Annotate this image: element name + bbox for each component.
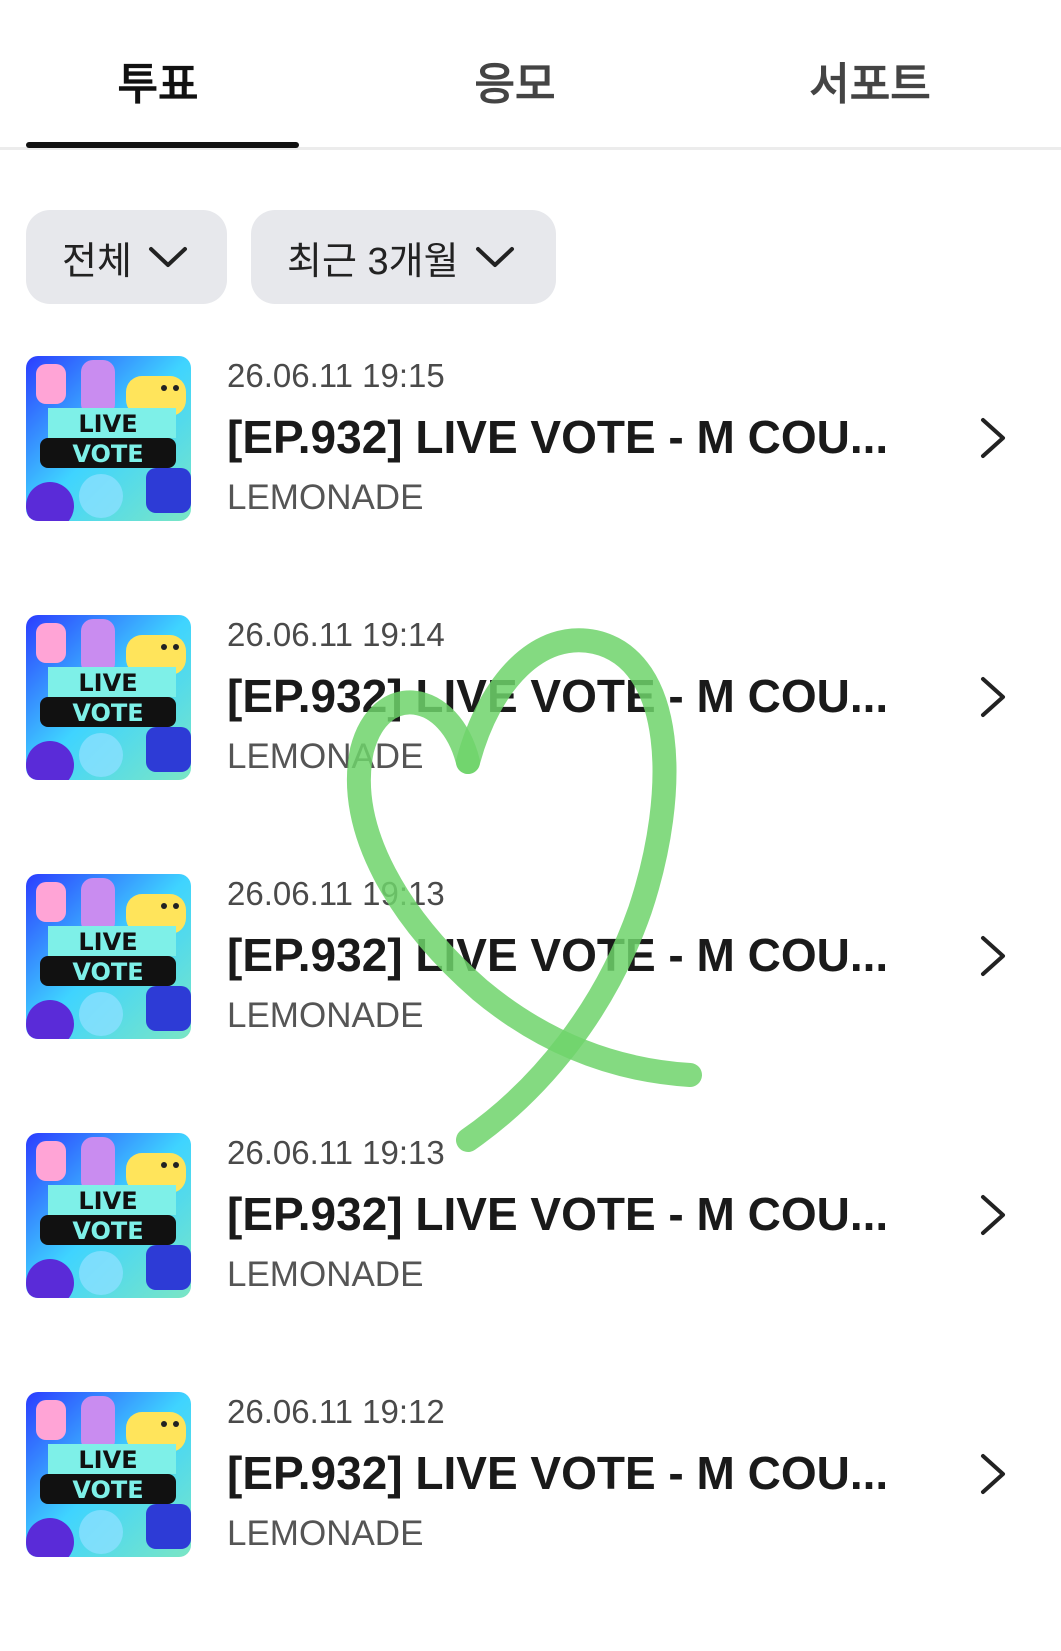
thumb-text-vote: VOTE <box>72 1217 143 1245</box>
tab-support[interactable]: 서포트 <box>720 48 1020 112</box>
item-title: [EP.932] LIVE VOTE - M COU... <box>227 670 889 722</box>
item-date: 26.06.11 19:14 <box>227 616 445 653</box>
item-details: 26.06.11 19:13 [EP.932] LIVE VOTE - M CO… <box>227 1133 907 1297</box>
chevron-right-icon[interactable] <box>975 416 1011 460</box>
vote-thumbnail: LIVE VOTE <box>26 1133 191 1298</box>
item-details: 26.06.11 19:12 [EP.932] LIVE VOTE - M CO… <box>227 1392 907 1556</box>
thumb-text-vote: VOTE <box>72 1476 143 1504</box>
list-item[interactable]: LIVE VOTE 26.06.11 19:14 [EP.932] LIVE V… <box>0 615 1061 874</box>
filter-bar: 전체 최근 3개월 <box>26 210 556 304</box>
period-filter-dropdown[interactable]: 최근 3개월 <box>251 210 556 304</box>
thumb-text-live: LIVE <box>78 1446 137 1474</box>
thumb-text-live: LIVE <box>78 669 137 697</box>
tab-entry[interactable]: 응모 <box>365 48 665 112</box>
item-artist: LEMONADE <box>227 1255 424 1294</box>
chevron-right-icon[interactable] <box>975 934 1011 978</box>
item-artist: LEMONADE <box>227 478 424 517</box>
thumb-text-vote: VOTE <box>72 440 143 468</box>
vote-thumbnail: LIVE VOTE <box>26 1392 191 1557</box>
item-title: [EP.932] LIVE VOTE - M COU... <box>227 411 889 463</box>
item-date: 26.06.11 19:12 <box>227 1393 445 1430</box>
item-artist: LEMONADE <box>227 1514 424 1553</box>
thumb-text-vote: VOTE <box>72 699 143 727</box>
item-details: 26.06.11 19:15 [EP.932] LIVE VOTE - M CO… <box>227 356 907 520</box>
thumb-text-live: LIVE <box>78 410 137 438</box>
vote-thumbnail: LIVE VOTE <box>26 356 191 521</box>
vote-list: LIVE VOTE 26.06.11 19:15 [EP.932] LIVE V… <box>0 356 1061 1651</box>
item-artist: LEMONADE <box>227 737 424 776</box>
list-item[interactable]: LIVE VOTE 26.06.11 19:13 [EP.932] LIVE V… <box>0 1133 1061 1392</box>
active-tab-indicator <box>26 142 299 148</box>
item-date: 26.06.11 19:13 <box>227 1134 445 1171</box>
category-filter-dropdown[interactable]: 전체 <box>26 210 227 304</box>
vote-thumbnail: LIVE VOTE <box>26 874 191 1039</box>
vote-thumbnail: LIVE VOTE <box>26 615 191 780</box>
thumb-text-live: LIVE <box>78 928 137 956</box>
item-details: 26.06.11 19:13 [EP.932] LIVE VOTE - M CO… <box>227 874 907 1038</box>
item-details: 26.06.11 19:14 [EP.932] LIVE VOTE - M CO… <box>227 615 907 779</box>
item-title: [EP.932] LIVE VOTE - M COU... <box>227 1188 889 1240</box>
chevron-right-icon[interactable] <box>975 675 1011 719</box>
list-item[interactable]: LIVE VOTE 26.06.11 19:15 [EP.932] LIVE V… <box>0 356 1061 615</box>
tab-vote[interactable]: 투표 <box>8 48 308 112</box>
item-date: 26.06.11 19:15 <box>227 357 445 394</box>
period-filter-label: 최근 3개월 <box>287 240 459 283</box>
list-item[interactable]: LIVE VOTE 26.06.11 19:13 [EP.932] LIVE V… <box>0 874 1061 1133</box>
list-item[interactable]: LIVE VOTE 26.06.11 19:12 [EP.932] LIVE V… <box>0 1392 1061 1651</box>
item-title: [EP.932] LIVE VOTE - M COU... <box>227 1447 889 1499</box>
chevron-right-icon[interactable] <box>975 1193 1011 1237</box>
item-date: 26.06.11 19:13 <box>227 875 445 912</box>
tab-bar: 투표 응모 서포트 <box>0 0 1061 150</box>
chevron-right-icon[interactable] <box>975 1452 1011 1496</box>
chevron-down-icon <box>473 235 517 279</box>
category-filter-label: 전체 <box>62 240 132 283</box>
thumb-text-vote: VOTE <box>72 958 143 986</box>
chevron-down-icon <box>146 235 190 279</box>
thumb-text-live: LIVE <box>78 1187 137 1215</box>
item-artist: LEMONADE <box>227 996 424 1035</box>
item-title: [EP.932] LIVE VOTE - M COU... <box>227 929 889 981</box>
